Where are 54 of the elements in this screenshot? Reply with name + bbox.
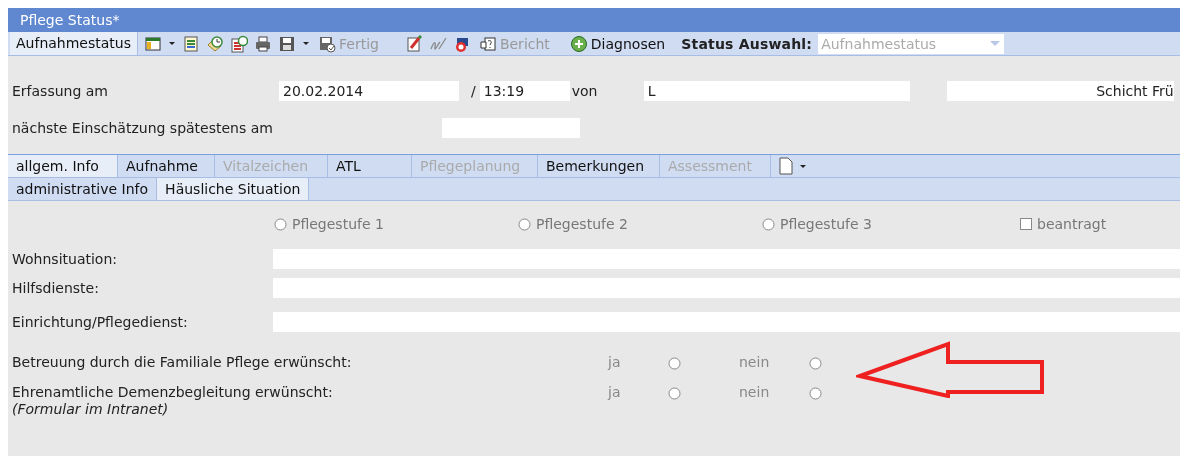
dropdown-arrow-icon	[989, 39, 1002, 48]
print-icon[interactable]	[254, 34, 272, 53]
clock-document-icon[interactable]	[230, 34, 248, 53]
field-label: von	[570, 83, 599, 99]
tab[interactable]: ATL	[328, 155, 412, 177]
option-label: nein	[739, 384, 771, 400]
help-document-icon	[478, 34, 497, 53]
date-field[interactable]: 20.02.2014	[279, 81, 459, 101]
save-check-icon	[318, 34, 336, 53]
field-label: Erfassung am	[11, 83, 109, 99]
document-icon[interactable]	[777, 157, 793, 175]
plus-circle-icon	[569, 34, 588, 53]
clock-icon[interactable]	[206, 34, 224, 53]
toolbar-button[interactable]: Diagnosen	[567, 34, 668, 53]
separator-text: /	[471, 83, 476, 99]
checkbox-label: beantragt	[1037, 216, 1107, 232]
option-label: nein	[739, 354, 771, 370]
radio-button[interactable]	[809, 357, 822, 370]
time-field[interactable]: 13:19	[479, 81, 570, 101]
tab[interactable]: Bemerkungen	[538, 155, 660, 177]
option-label: ja	[608, 384, 622, 400]
radio-button[interactable]	[809, 387, 822, 400]
field-label: Wohnsituation:	[11, 251, 118, 267]
caret-icon[interactable]	[799, 162, 807, 170]
question-label: Ehrenamtliche Demenzbegleitung erwünscht:	[12, 384, 334, 400]
radio-button[interactable]	[518, 217, 531, 231]
tab[interactable]: allgem. Info	[8, 155, 118, 177]
status-label: Status Auswahl:	[681, 35, 813, 52]
radio-button[interactable]	[668, 357, 681, 370]
radio-button[interactable]	[668, 387, 681, 400]
subtab[interactable]: Häusliche Situation	[157, 178, 310, 200]
window-title: Pflege Status*	[20, 12, 120, 28]
tab[interactable]: Aufnahme	[118, 155, 215, 177]
field-label: Einrichtung/Pflegedienst:	[11, 314, 189, 330]
option-label: Pflegestufe 2	[536, 216, 628, 232]
toolbar-tab[interactable]: Aufnahmestatus	[10, 32, 138, 55]
caret-icon[interactable]	[302, 40, 310, 47]
table-icon[interactable]	[144, 34, 162, 53]
field-label: nächste Einschätzung spätestens am	[11, 120, 274, 136]
radio-button[interactable]	[274, 217, 287, 231]
option-label: Pflegestufe 1	[292, 216, 384, 232]
question-label: Betreuung durch die Familiale Pflege erwünscht:	[12, 354, 353, 370]
name-field[interactable]: L	[643, 81, 910, 101]
note-text: (Formular im Intranet)	[12, 401, 170, 417]
document-icon[interactable]	[182, 34, 200, 53]
save-icon[interactable]	[278, 34, 296, 53]
shift-field[interactable]: Schicht Frü	[946, 81, 1174, 101]
radio-button[interactable]	[762, 217, 775, 231]
caret-icon[interactable]	[168, 40, 176, 47]
option-label: ja	[608, 354, 622, 370]
pencil-icon[interactable]	[404, 34, 423, 53]
option-label: Pflegestufe 3	[780, 216, 872, 232]
field-label: Hilfsdienste:	[11, 280, 100, 296]
checkbox[interactable]	[1020, 218, 1032, 230]
